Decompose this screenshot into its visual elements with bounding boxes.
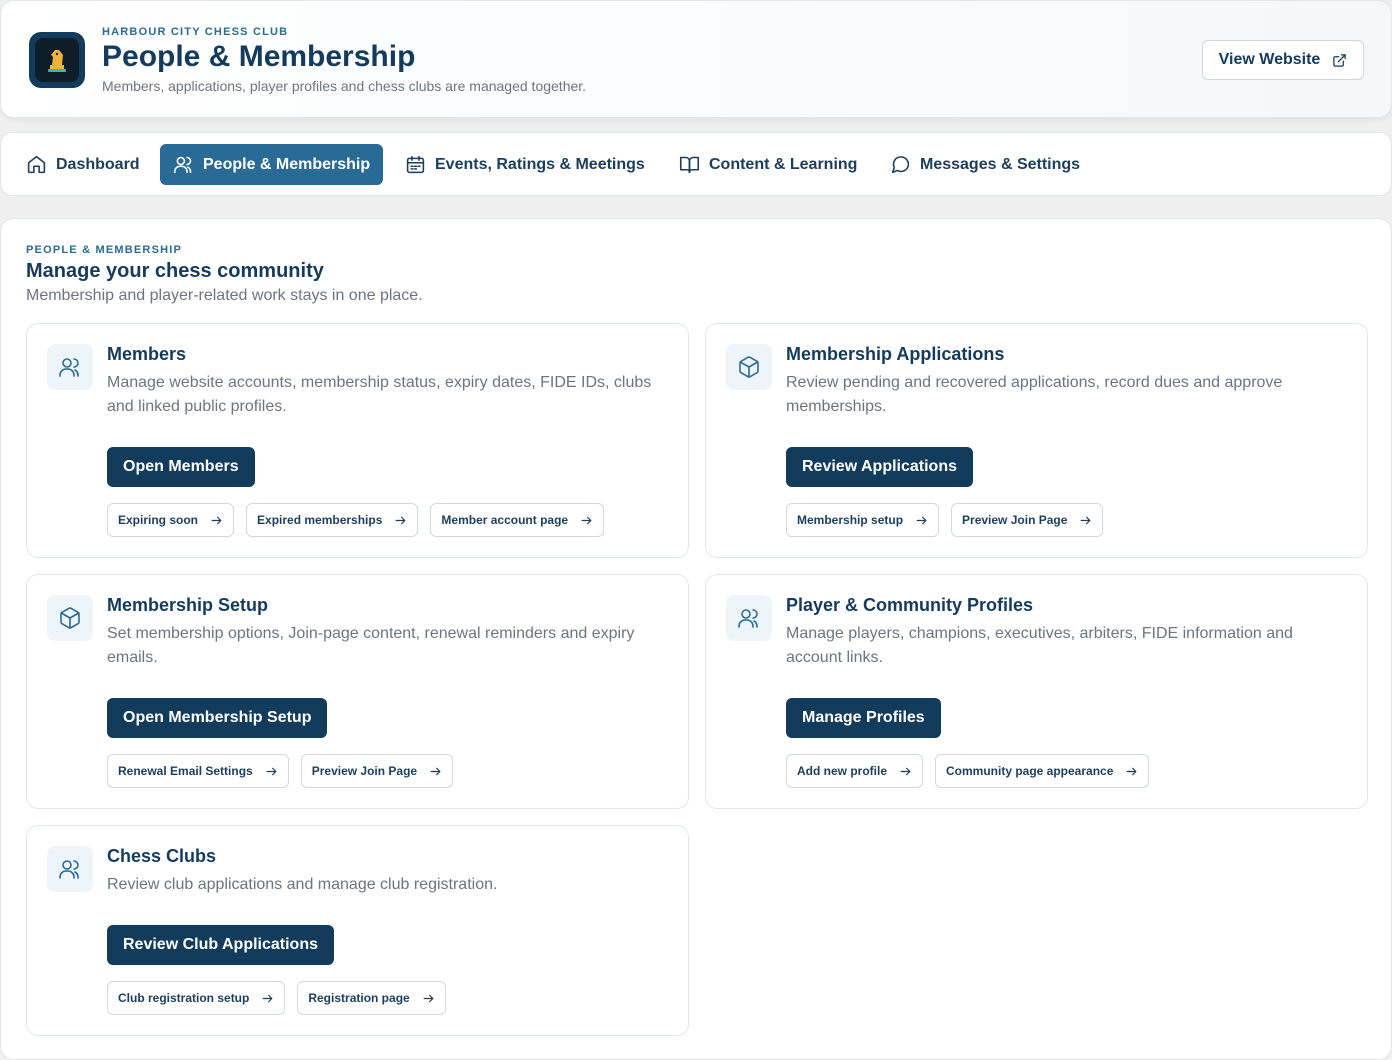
users-icon xyxy=(173,156,192,174)
card-description: Manage players, champions, executives, a… xyxy=(786,625,1293,666)
nav-messages-settings[interactable]: Messages & Settings xyxy=(877,144,1093,185)
card-chess-clubs: Chess Clubs Review club applications and… xyxy=(26,825,689,1036)
card-title: Membership Setup xyxy=(107,595,269,615)
card-description: Set membership options, Join-page conten… xyxy=(107,625,635,666)
link-label: Preview Join Page xyxy=(311,764,418,778)
card-links: Membership setup Preview Join Page xyxy=(786,503,1104,537)
nav-label: Messages & Settings xyxy=(920,155,1081,173)
link-expiring-soon[interactable]: Expiring soon xyxy=(107,503,235,537)
arrow-right-icon xyxy=(430,767,441,775)
page-subtitle: Members, applications, player profiles a… xyxy=(102,78,587,94)
open-members-button[interactable]: Open Members xyxy=(107,447,255,487)
link-renewal-email-settings[interactable]: Renewal Email Settings xyxy=(107,754,289,788)
card-description: Review club applications and manage club… xyxy=(107,876,498,893)
nav-people-membership[interactable]: People & Membership xyxy=(160,144,384,185)
card-player-community-profiles: Player & Community Profiles Manage playe… xyxy=(705,574,1368,809)
nav-label: Dashboard xyxy=(56,155,140,173)
card-links: Club registration setup Registration pag… xyxy=(107,981,446,1015)
chess-knight-icon xyxy=(48,50,66,72)
link-label: Membership setup xyxy=(797,513,904,527)
page-title: People & Membership xyxy=(102,40,416,73)
calendar-icon xyxy=(406,155,425,174)
review-club-applications-button[interactable]: Review Club Applications xyxy=(107,925,334,965)
nav-label: Events, Ratings & Meetings xyxy=(435,155,645,173)
box-icon xyxy=(60,607,80,629)
link-label: Club registration setup xyxy=(118,991,250,1005)
main-panel: PEOPLE & MEMBERSHIP Manage your chess co… xyxy=(0,218,1392,1060)
arrow-right-icon xyxy=(1126,767,1137,775)
arrow-right-icon xyxy=(1080,516,1091,524)
card-members: Members Manage website accounts, members… xyxy=(26,323,689,558)
nav-label: People & Membership xyxy=(203,155,371,173)
link-label: Preview Join Page xyxy=(962,513,1068,527)
nav-events-ratings-meetings[interactable]: Events, Ratings & Meetings xyxy=(392,144,658,185)
link-label: Expired memberships xyxy=(257,513,383,527)
card-membership-setup: Membership Setup Set membership options,… xyxy=(26,574,689,809)
view-website-label: View Website xyxy=(1218,51,1321,68)
card-links: Expiring soon Expired memberships Member… xyxy=(107,503,605,537)
page-header: HARBOUR CITY CHESS CLUB People & Members… xyxy=(0,0,1392,118)
link-add-new-profile[interactable]: Add new profile xyxy=(786,754,923,788)
chat-icon xyxy=(891,156,910,174)
link-label: Expiring soon xyxy=(118,513,199,527)
card-title: Player & Community Profiles xyxy=(786,595,1034,615)
card-icon xyxy=(726,595,772,641)
card-membership-applications: Membership Applications Review pending a… xyxy=(705,323,1368,558)
users-icon xyxy=(59,860,79,879)
arrow-right-icon xyxy=(916,516,927,524)
external-link-icon xyxy=(1333,53,1347,67)
arrow-right-icon xyxy=(266,767,277,775)
home-icon xyxy=(27,155,46,174)
card-icon xyxy=(47,344,93,390)
box-icon xyxy=(739,356,759,378)
section-title: Manage your chess community xyxy=(26,260,324,282)
card-icon xyxy=(726,344,772,390)
link-preview-join-page[interactable]: Preview Join Page xyxy=(300,754,454,788)
card-links: Add new profile Community page appearanc… xyxy=(786,754,1150,788)
link-label: Registration page xyxy=(308,991,410,1005)
arrow-right-icon xyxy=(262,994,273,1002)
nav-content-learning[interactable]: Content & Learning xyxy=(666,144,870,185)
arrow-right-icon xyxy=(395,516,406,524)
link-label: Renewal Email Settings xyxy=(118,764,253,778)
section-kicker: PEOPLE & MEMBERSHIP xyxy=(26,244,183,256)
users-icon xyxy=(738,609,758,628)
review-applications-button[interactable]: Review Applications xyxy=(786,447,973,487)
link-member-account-page[interactable]: Member account page xyxy=(430,503,605,537)
link-expired-memberships[interactable]: Expired memberships xyxy=(246,503,419,537)
link-membership-setup[interactable]: Membership setup xyxy=(786,503,940,537)
link-registration-page[interactable]: Registration page xyxy=(297,981,446,1015)
card-title: Members xyxy=(107,344,187,364)
card-links: Renewal Email Settings Preview Join Page xyxy=(107,754,454,788)
open-membership-setup-button[interactable]: Open Membership Setup xyxy=(107,698,328,738)
card-icon xyxy=(47,846,93,892)
arrow-right-icon xyxy=(900,767,911,775)
link-label: Member account page xyxy=(441,513,569,527)
card-description: Manage website accounts, membership stat… xyxy=(107,374,652,415)
club-name: HARBOUR CITY CHESS CLUB xyxy=(102,26,289,38)
manage-profiles-button[interactable]: Manage Profiles xyxy=(786,698,941,738)
club-logo xyxy=(29,32,85,88)
link-preview-join-page[interactable]: Preview Join Page xyxy=(951,503,1104,537)
link-community-page-appearance[interactable]: Community page appearance xyxy=(935,754,1150,788)
link-club-registration-setup[interactable]: Club registration setup xyxy=(107,981,286,1015)
card-icon xyxy=(47,595,93,641)
nav-dashboard[interactable]: Dashboard xyxy=(13,144,153,185)
nav-label: Content & Learning xyxy=(709,155,858,173)
users-icon xyxy=(59,358,79,377)
card-title: Chess Clubs xyxy=(107,846,217,866)
arrow-right-icon xyxy=(581,516,592,524)
view-website-button[interactable]: View Website xyxy=(1202,40,1364,80)
book-icon xyxy=(679,156,700,174)
card-description: Review pending and recovered application… xyxy=(786,374,1283,415)
arrow-right-icon xyxy=(211,516,222,524)
link-label: Community page appearance xyxy=(946,764,1114,778)
main-nav: Dashboard People & Membership Events, Ra… xyxy=(0,132,1392,196)
link-label: Add new profile xyxy=(797,764,887,778)
section-subtitle: Membership and player-related work stays… xyxy=(26,287,423,304)
arrow-right-icon xyxy=(423,994,434,1002)
card-title: Membership Applications xyxy=(786,344,1005,364)
